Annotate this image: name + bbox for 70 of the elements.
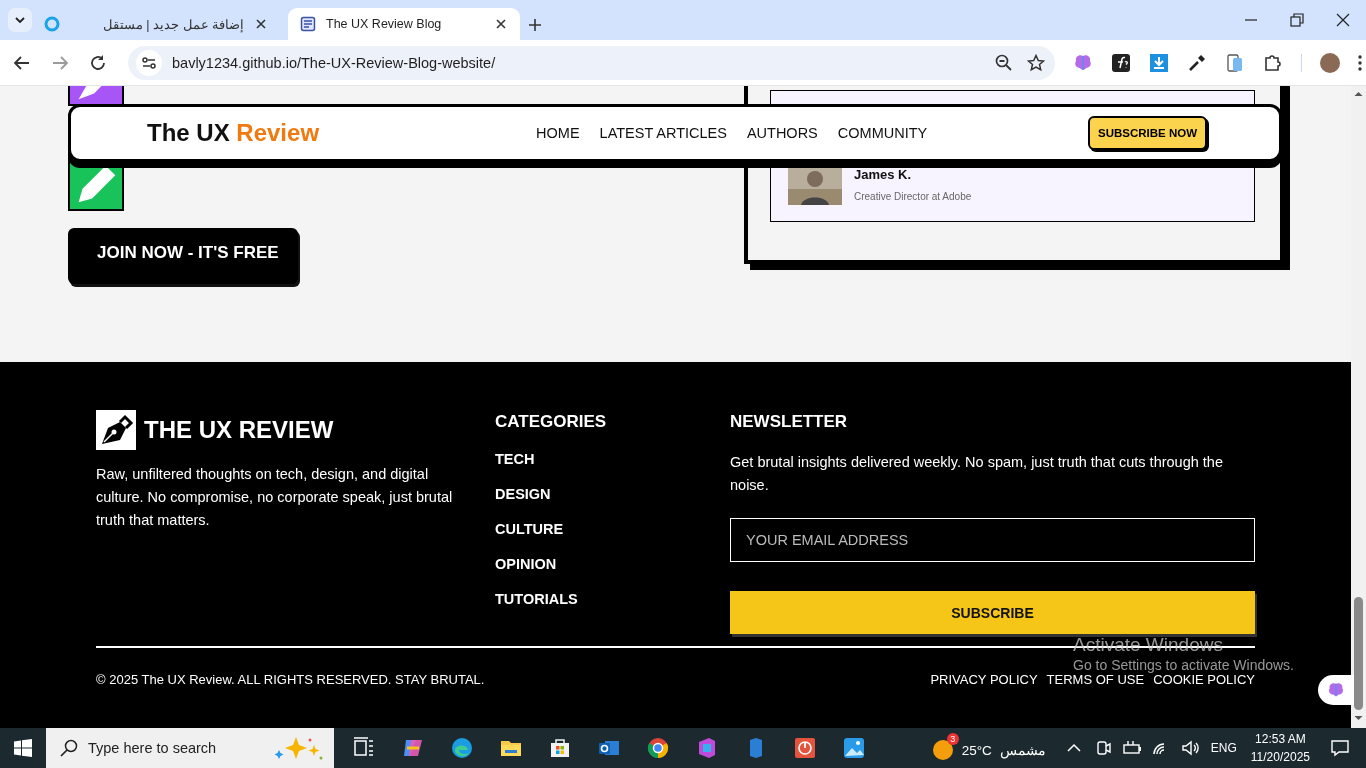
category-link[interactable]: DESIGN xyxy=(495,486,551,502)
more-menu-icon[interactable] xyxy=(1358,54,1362,71)
forward-icon[interactable] xyxy=(51,53,69,72)
footer-brand-name: THE UX REVIEW xyxy=(144,416,334,444)
join-button[interactable]: JOIN NOW - IT'S FREE xyxy=(68,228,298,284)
photos-icon[interactable] xyxy=(842,736,866,760)
weather-condition: مشمس xyxy=(999,742,1046,758)
bookmark-star-icon[interactable] xyxy=(1027,53,1045,72)
activation-notice: Go to Settings to activate Windows. xyxy=(1073,657,1294,673)
nav-link[interactable]: COMMUNITY xyxy=(837,125,928,141)
chevron-down-icon xyxy=(14,14,26,26)
puzzle-piece-icon[interactable] xyxy=(1263,52,1283,73)
reload-icon[interactable] xyxy=(89,53,107,72)
site-settings-icon[interactable] xyxy=(136,49,162,76)
column-heading: NEWSLETTER xyxy=(730,412,849,432)
notifications-icon[interactable] xyxy=(1330,738,1350,758)
back-icon[interactable] xyxy=(13,53,31,72)
newsletter-description: Get brutal insights delivered weekly. No spam, just truth that cuts through the noise. xyxy=(730,453,1224,495)
windows-start-icon[interactable] xyxy=(14,739,32,757)
column-heading: CATEGORIES xyxy=(495,412,608,432)
circle-logo-icon xyxy=(44,16,60,32)
notification-badge: 3 xyxy=(946,733,959,745)
restore-icon[interactable] xyxy=(1290,13,1304,27)
subscribe-now-button[interactable]: SUBSCRIBE NOW xyxy=(1087,116,1207,150)
brain-icon[interactable] xyxy=(1073,52,1093,73)
profile-avatar[interactable] xyxy=(1320,52,1340,73)
power-icon[interactable] xyxy=(793,736,817,760)
taskbar-search-field[interactable]: Type here to search xyxy=(46,728,334,768)
category-link[interactable]: OPINION xyxy=(495,556,557,572)
footer-description: Raw, unfiltered thoughts on tech, design, and digital culture. No compromise, no corporate speak, just brutal truth that matters. xyxy=(96,465,454,530)
chrome-icon[interactable] xyxy=(646,736,670,760)
brain-icon xyxy=(1327,681,1345,699)
nav-link[interactable]: LATEST ARTICLES xyxy=(599,125,727,141)
site-logo[interactable]: The UX Review xyxy=(147,119,320,147)
phone-icon[interactable] xyxy=(1225,52,1245,73)
category-link[interactable]: TUTORIALS xyxy=(495,591,578,607)
temperature-text: 25°C xyxy=(961,742,992,758)
search-icon xyxy=(60,739,78,757)
language-indicator[interactable]: ENG xyxy=(1210,741,1237,755)
close-icon[interactable] xyxy=(254,17,268,31)
function-icon[interactable] xyxy=(1111,52,1131,73)
author-role: Creative Director at Adobe xyxy=(854,191,972,202)
close-icon[interactable] xyxy=(494,17,508,31)
browser-tab[interactable]: إضافة عمل جديد | مستقل xyxy=(32,8,280,40)
zoom-out-icon[interactable] xyxy=(995,53,1013,72)
store-icon[interactable] xyxy=(548,736,572,760)
assistant-bubble[interactable] xyxy=(1318,675,1354,705)
tab-list-button[interactable] xyxy=(8,8,32,32)
close-icon[interactable] xyxy=(1336,13,1350,27)
document-icon xyxy=(300,16,316,32)
eyedropper-icon[interactable] xyxy=(1187,52,1207,73)
category-link[interactable]: CULTURE xyxy=(495,521,564,537)
category-link[interactable]: TECH xyxy=(495,451,535,467)
legal-link[interactable]: COOKIE POLICY xyxy=(1153,672,1255,687)
legal-link[interactable]: TERMS OF USE xyxy=(1046,672,1145,687)
browser-tab[interactable]: The UX Review Blog xyxy=(288,8,520,40)
author-name: James K. xyxy=(854,167,913,182)
nav-link[interactable]: AUTHORS xyxy=(746,125,818,141)
new-tab-icon[interactable] xyxy=(528,18,542,32)
nav-link[interactable]: HOME xyxy=(536,125,580,141)
email-input-field[interactable]: YOUR EMAIL ADDRESS xyxy=(730,518,1255,562)
copyright-text: © 2025 The UX Review. ALL RIGHTS RESERVED. STAY BRUTAL. xyxy=(96,672,485,687)
taskbar-clock[interactable]: 12:53 AM 11/20/2025 xyxy=(1250,730,1310,766)
photo-placeholder xyxy=(788,165,842,205)
download-icon[interactable] xyxy=(1149,52,1169,73)
browser-edge-icon[interactable] xyxy=(450,736,474,760)
volume-icon[interactable] xyxy=(1179,738,1200,758)
legal-link[interactable]: PRIVACY POLICY xyxy=(930,672,1038,687)
sparkle-icon xyxy=(274,735,324,761)
subscribe-button[interactable]: SUBSCRIBE xyxy=(730,591,1255,634)
